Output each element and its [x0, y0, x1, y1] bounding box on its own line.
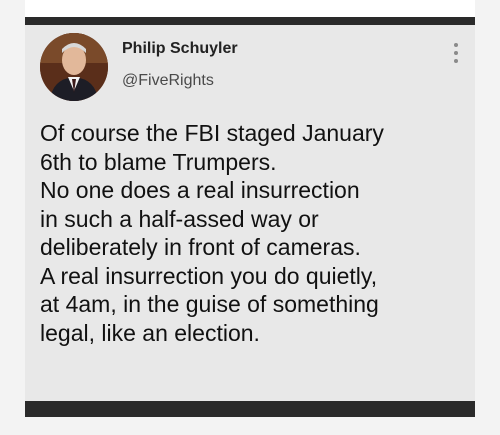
more-dot	[454, 43, 458, 47]
avatar[interactable]	[40, 33, 108, 101]
tweet-card: Philip Schuyler @FiveRights Of course th…	[25, 25, 475, 401]
author-handle[interactable]: @FiveRights	[122, 72, 214, 90]
top-divider-bar	[25, 17, 475, 25]
more-dot	[454, 51, 458, 55]
bottom-divider-bar	[25, 401, 475, 417]
author-name[interactable]: Philip Schuyler	[122, 40, 238, 58]
previous-card-edge	[25, 0, 475, 17]
more-dot	[454, 59, 458, 63]
more-vertical-icon[interactable]	[449, 41, 463, 65]
tweet-text: Of course the FBI staged January 6th to …	[40, 120, 384, 346]
avatar-photo	[40, 33, 108, 101]
